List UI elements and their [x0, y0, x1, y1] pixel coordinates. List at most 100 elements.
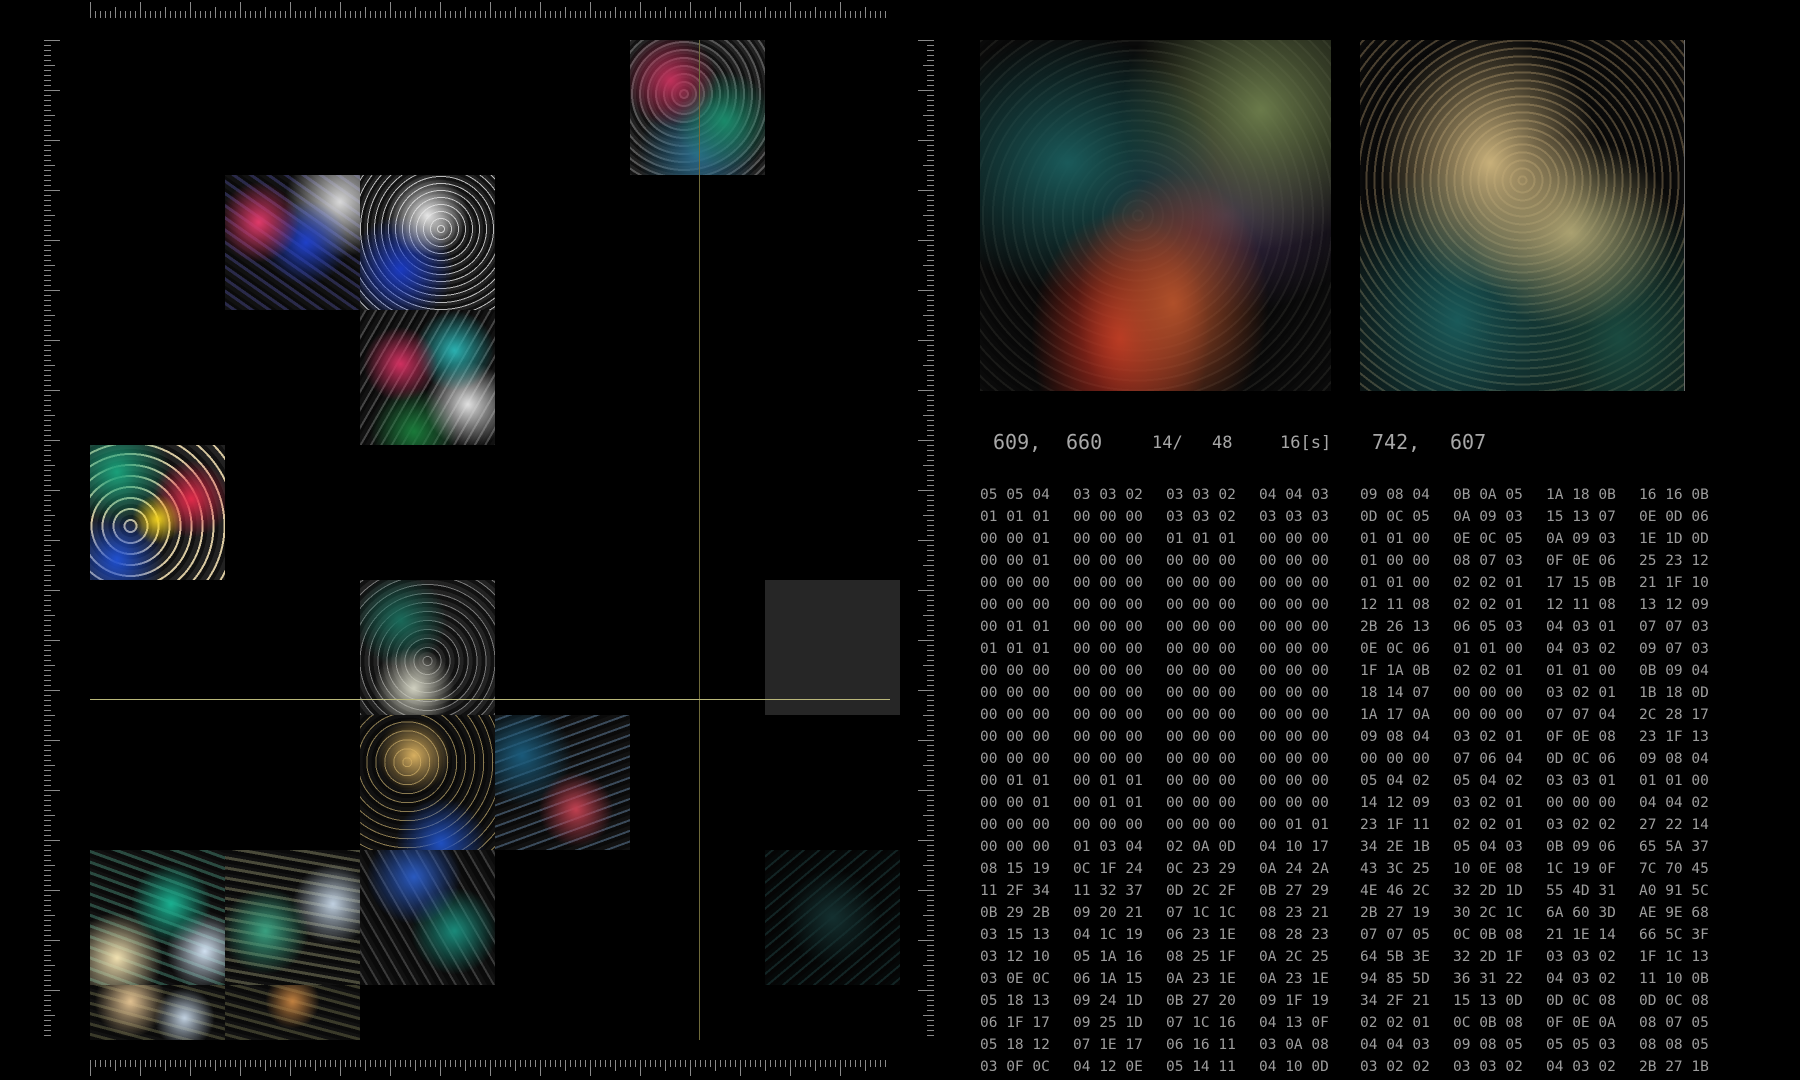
selection-cell[interactable] [765, 580, 900, 715]
hex-cell: 01 01 01 [1166, 531, 1236, 547]
image-tile[interactable] [225, 985, 360, 1040]
hex-cell: A0 91 5C [1639, 883, 1709, 899]
hex-row: 00 00 00 00 00 00 00 00 00 00 00 00 1F 1A 0B… [980, 660, 1710, 682]
hex-cell: 00 00 00 [1073, 575, 1143, 591]
image-tile[interactable] [630, 40, 765, 175]
hex-cell: 00 00 00 [1546, 795, 1616, 811]
hex-cell: 00 00 00 [1259, 575, 1329, 591]
hex-cell: 04 04 03 [1259, 487, 1329, 503]
hex-cell: 03 02 01 [1453, 729, 1523, 745]
hex-row: 00 01 01 00 01 01 00 00 00 00 00 00 05 04 02… [980, 770, 1710, 792]
hex-cell: 06 1F 17 [980, 1015, 1050, 1031]
hex-row: 03 12 10 05 1A 16 08 25 1F 0A 2C 25 64 5B 3E… [980, 946, 1710, 968]
hex-cell: 11 10 0B [1639, 971, 1709, 987]
hex-cell: 00 00 00 [1453, 707, 1523, 723]
hex-row: 11 2F 34 11 32 37 0D 2C 2F 0B 27 29 4E 46 2C… [980, 880, 1710, 902]
hex-cell: 00 00 00 [1073, 509, 1143, 525]
hex-cell: 00 00 00 [1166, 751, 1236, 767]
hex-cell: 00 00 00 [1259, 729, 1329, 745]
hex-cell: 01 01 01 [980, 509, 1050, 525]
hex-cell: 02 02 01 [1453, 817, 1523, 833]
hex-cell: 0E 0C 06 [1360, 641, 1430, 657]
hex-cell: 32 2D 1D [1453, 883, 1523, 899]
hex-cell: 02 02 01 [1453, 597, 1523, 613]
left-ruler [44, 40, 60, 1036]
image-tile[interactable] [225, 175, 360, 310]
hex-cell: 00 00 00 [1259, 663, 1329, 679]
hex-cell: 03 02 02 [1546, 817, 1616, 833]
hex-cell: AE 9E 68 [1639, 905, 1709, 921]
hex-cell: 05 05 04 [980, 487, 1050, 503]
hex-cell: 00 00 00 [1259, 795, 1329, 811]
hex-cell: 0D 0C 08 [1546, 993, 1616, 1009]
hex-row: 00 00 00 00 00 00 00 00 00 00 00 00 12 11 08… [980, 594, 1710, 616]
hex-cell: 04 1C 19 [1073, 927, 1143, 943]
hex-row: 01 01 01 00 00 00 03 03 02 03 03 03 0D 0C 05… [980, 506, 1710, 528]
hex-cell: 23 1F 13 [1639, 729, 1709, 745]
hex-cell: 03 03 02 [1546, 949, 1616, 965]
hex-cell: 01 01 00 [1360, 575, 1430, 591]
hex-cell: 05 05 03 [1546, 1037, 1616, 1053]
image-tile[interactable] [90, 985, 225, 1040]
hex-cell: 07 07 03 [1639, 619, 1709, 635]
hex-row: 03 15 13 04 1C 19 06 23 1E 08 28 23 07 07 05… [980, 924, 1710, 946]
hex-cell: 1F 1A 0B [1360, 663, 1430, 679]
frame-index: 14/ [1152, 433, 1183, 453]
hex-row: 03 0E 0C 06 1A 15 0A 23 1E 0A 23 1E 94 85 5D… [980, 968, 1710, 990]
coord-a-x: 609, [993, 430, 1042, 454]
hex-cell: 05 1A 16 [1073, 949, 1143, 965]
hex-cell: 00 00 00 [1073, 729, 1143, 745]
hex-cell: 1A 17 0A [1360, 707, 1430, 723]
hex-cell: 00 00 00 [1073, 619, 1143, 635]
hex-cell: 03 03 02 [1166, 509, 1236, 525]
hex-cell: 00 00 00 [1360, 751, 1430, 767]
hex-cell: 09 24 1D [1073, 993, 1143, 1009]
hex-cell: 08 23 21 [1259, 905, 1329, 921]
hex-cell: 05 04 02 [1453, 773, 1523, 789]
hex-row: 00 01 01 00 00 00 00 00 00 00 00 00 2B 26 13… [980, 616, 1710, 638]
hex-cell: 00 00 00 [980, 729, 1050, 745]
hex-cell: 0E 0C 05 [1453, 531, 1523, 547]
hex-cell: 08 07 05 [1639, 1015, 1709, 1031]
hex-cell: 00 00 00 [1073, 597, 1143, 613]
hex-cell: 04 12 0E [1073, 1059, 1143, 1075]
hex-cell: 1E 1D 0D [1639, 531, 1709, 547]
hex-cell: 00 00 00 [1259, 597, 1329, 613]
hex-cell: 07 1C 16 [1166, 1015, 1236, 1031]
image-tile[interactable] [225, 850, 360, 985]
coord-b-y: 607 [1450, 430, 1487, 454]
image-tile[interactable] [360, 310, 495, 445]
hex-cell: 00 00 00 [1166, 729, 1236, 745]
hex-row: 05 05 04 03 03 02 03 03 02 04 04 03 09 08 04… [980, 484, 1710, 506]
hex-cell: 04 04 02 [1639, 795, 1709, 811]
hex-cell: 00 00 00 [1166, 817, 1236, 833]
image-tile[interactable] [765, 850, 900, 985]
hex-cell: 66 5C 3F [1639, 927, 1709, 943]
hex-cell: 00 00 00 [1073, 751, 1143, 767]
image-tile[interactable] [360, 715, 495, 850]
hex-cell: 64 5B 3E [1360, 949, 1430, 965]
hex-cell: 03 12 10 [980, 949, 1050, 965]
image-tile[interactable] [360, 580, 495, 715]
hex-row: 00 00 00 00 00 00 00 00 00 00 00 00 00 00 00… [980, 748, 1710, 770]
hex-cell: 16 16 0B [1639, 487, 1709, 503]
hex-cell: 09 20 21 [1073, 905, 1143, 921]
image-tile[interactable] [360, 850, 495, 985]
hex-cell: 0A 23 1E [1259, 971, 1329, 987]
image-tile[interactable] [90, 850, 225, 985]
hex-cell: 00 00 00 [1073, 707, 1143, 723]
hex-cell: 11 2F 34 [980, 883, 1050, 899]
image-tile[interactable] [90, 445, 225, 580]
hex-cell: 03 15 13 [980, 927, 1050, 943]
hex-cell: 00 01 01 [1073, 773, 1143, 789]
image-tile[interactable] [495, 715, 630, 850]
tile-canvas[interactable] [90, 40, 900, 1040]
coord-b-x: 742, [1372, 430, 1421, 454]
hex-cell: 00 00 00 [1073, 553, 1143, 569]
hex-cell: 00 00 00 [980, 597, 1050, 613]
hex-cell: 2B 26 13 [1360, 619, 1430, 635]
hex-cell: 00 00 00 [1166, 685, 1236, 701]
image-tile[interactable] [360, 175, 495, 310]
hex-cell: 03 03 02 [1453, 1059, 1523, 1075]
hex-cell: 7C 70 45 [1639, 861, 1709, 877]
